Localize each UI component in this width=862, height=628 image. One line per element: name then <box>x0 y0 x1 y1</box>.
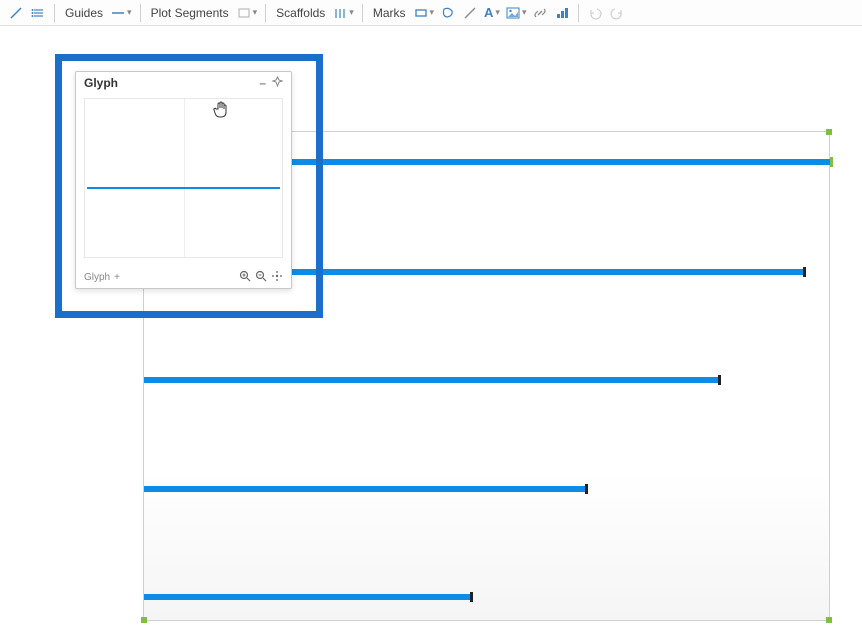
list-tool-icon[interactable] <box>28 3 48 23</box>
toolbar: Guides ▾ Plot Segments ▾ Scaffolds ▾ Mar… <box>0 0 862 26</box>
zoom-out-icon[interactable] <box>255 270 267 285</box>
glyph-panel-title: Glyph <box>84 76 118 90</box>
minimize-icon[interactable]: – <box>259 76 266 90</box>
chevron-down-icon: ▾ <box>495 7 500 18</box>
bar-cap <box>585 484 588 494</box>
toolbar-divider <box>362 4 363 22</box>
toolbar-divider <box>265 4 266 22</box>
chevron-down-icon: ▾ <box>522 7 527 18</box>
redo-icon[interactable] <box>607 3 627 23</box>
bar-5[interactable] <box>144 594 471 600</box>
toolbar-divider <box>140 4 141 22</box>
stacked-bar-icon[interactable] <box>552 3 572 23</box>
glyph-panel[interactable]: Glyph – Glyph + <box>75 71 292 289</box>
line-tool-icon[interactable] <box>6 3 26 23</box>
toolbar-divider <box>54 4 55 22</box>
scaffolds-label[interactable]: Scaffolds <box>272 6 329 20</box>
bar-cap <box>718 375 721 385</box>
image-mark-dropdown[interactable]: ▾ <box>504 7 529 19</box>
glyph-bar-line[interactable] <box>87 187 280 189</box>
chevron-down-icon: ▾ <box>127 7 132 18</box>
bar-3[interactable] <box>144 377 719 383</box>
pin-icon[interactable] <box>272 76 283 90</box>
text-a-icon: A <box>484 5 493 20</box>
chevron-down-icon: ▾ <box>349 7 354 18</box>
bar-cap <box>830 157 833 167</box>
guides-dropdown[interactable]: ▾ <box>109 7 134 19</box>
bar-4[interactable] <box>144 486 586 492</box>
chevron-down-icon: ▾ <box>253 7 258 18</box>
plot-segments-label[interactable]: Plot Segments <box>147 6 233 20</box>
link-mark-icon[interactable] <box>530 3 550 23</box>
scaffolds-dropdown[interactable]: ▾ <box>331 7 356 19</box>
frame-handle-sw[interactable] <box>141 617 147 623</box>
glyph-panel-header[interactable]: Glyph – <box>76 72 291 94</box>
plot-segments-dropdown[interactable]: ▾ <box>235 7 260 19</box>
marks-rect-dropdown[interactable]: ▾ <box>412 7 437 19</box>
toolbar-divider <box>578 4 579 22</box>
glyph-tab-label[interactable]: Glyph <box>84 272 110 283</box>
line-mark-icon[interactable] <box>460 3 480 23</box>
glyph-edit-area[interactable] <box>84 98 283 258</box>
glyph-panel-footer: Glyph + <box>84 270 283 285</box>
bar-cap <box>803 267 806 277</box>
glyph-center-guide-v <box>184 99 185 257</box>
frame-handle-se[interactable] <box>826 617 832 623</box>
ellipse-mark-icon[interactable] <box>438 3 458 23</box>
fit-view-icon[interactable] <box>271 270 283 285</box>
marks-label[interactable]: Marks <box>369 6 410 20</box>
add-glyph-icon[interactable]: + <box>114 272 120 283</box>
undo-icon[interactable] <box>585 3 605 23</box>
frame-handle-ne[interactable] <box>826 129 832 135</box>
chevron-down-icon: ▾ <box>430 7 435 18</box>
canvas-area[interactable]: Glyph – Glyph + <box>0 26 862 628</box>
zoom-in-icon[interactable] <box>239 270 251 285</box>
text-mark-dropdown[interactable]: A ▾ <box>482 5 502 20</box>
bar-cap <box>470 592 473 602</box>
guides-label[interactable]: Guides <box>61 6 107 20</box>
